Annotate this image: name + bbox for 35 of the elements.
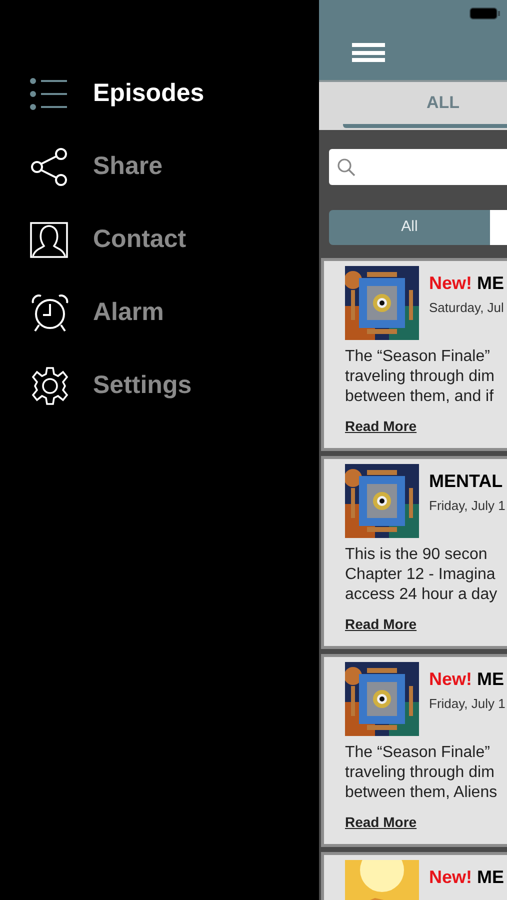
read-more-link[interactable]: Read More: [345, 416, 417, 437]
segment[interactable]: All: [329, 210, 490, 245]
episode-date: Saturday, Jul: [429, 299, 504, 317]
drawer-item[interactable]: Alarm: [0, 276, 319, 349]
contact-icon: [30, 222, 68, 258]
share-icon: [30, 148, 68, 186]
list-icon: [30, 78, 68, 110]
drawer-item[interactable]: Contact: [0, 203, 319, 276]
drawer-item[interactable]: Settings: [0, 349, 319, 422]
episode-title: MENTAL: [429, 470, 503, 493]
new-label: New!: [429, 668, 472, 691]
settings-icon: [30, 366, 70, 406]
drawer-item[interactable]: Episodes: [0, 57, 319, 130]
episode-summary: This is the 90 secon Chapter 12 - Imagina access 24 hour a day: [345, 545, 498, 605]
alarm-icon: [30, 292, 70, 332]
new-label: New!: [429, 272, 472, 295]
read-more-link[interactable]: Read More: [345, 812, 417, 833]
new-label: New!: [429, 866, 472, 889]
episode-summary: The “Season Finale” traveling through dim between them, and if: [345, 347, 496, 407]
episode-title: ME: [477, 866, 504, 889]
read-more-link[interactable]: Read More: [345, 614, 417, 635]
episode-summary: The “Season Finale” traveling through dim between them, Aliens: [345, 743, 498, 803]
episode-date: Friday, July 1: [429, 497, 506, 515]
battery-icon: [469, 7, 501, 20]
episode-card[interactable]: New! ME: [321, 852, 507, 900]
search-icon: [337, 158, 356, 176]
episode-card[interactable]: New! ME Friday, July 1 The “Season Finale” traveling through dim between them, Aliens Read More: [321, 654, 507, 847]
drawer-item[interactable]: Share: [0, 130, 319, 203]
episode-date: Friday, July 1: [429, 695, 506, 713]
episode-title: ME: [477, 668, 504, 691]
search-field[interactable]: [329, 149, 507, 185]
episode-title: ME: [477, 272, 504, 295]
episode-card[interactable]: New! ME Saturday, Jul The “Season Finale” traveling through dim between them, and if Read More: [321, 258, 507, 451]
menu-icon[interactable]: [352, 43, 385, 62]
episode-card[interactable]: MENTAL Friday, July 1 This is the 90 secon Chapter 12 - Imagina access 24 hour a day Read More: [321, 456, 507, 649]
